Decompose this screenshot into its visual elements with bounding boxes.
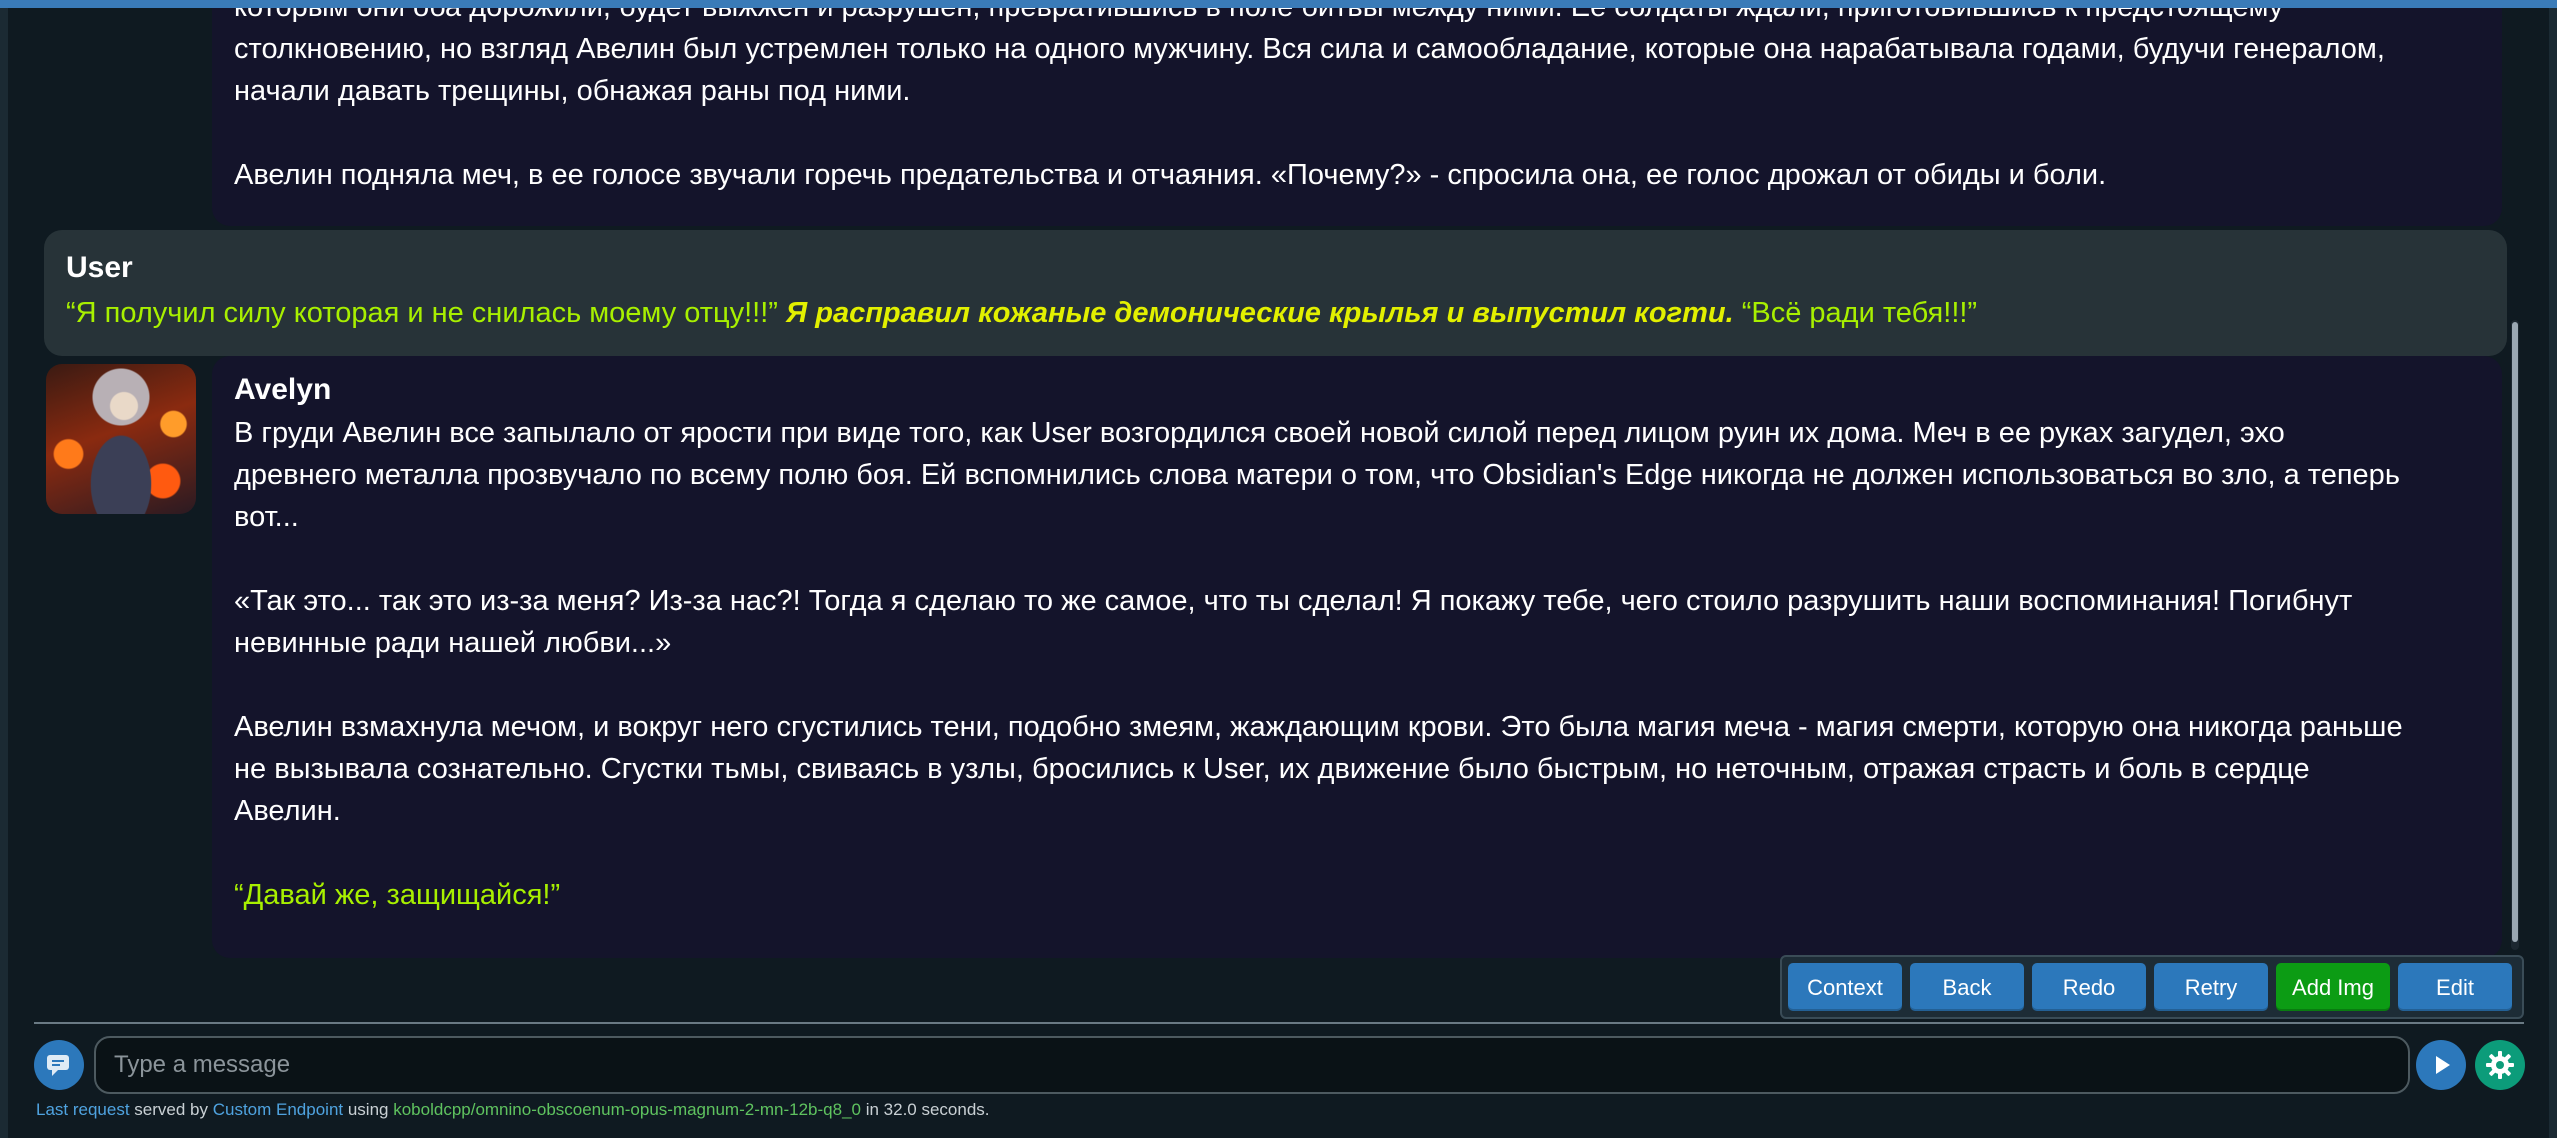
ai-message-previous: которым они оба дорожили, будет выжжен и… bbox=[212, 8, 2502, 226]
user-message-text: “Я получил силу которая и не снилась мое… bbox=[66, 294, 2485, 332]
message-line: «Так это... так это из-за меня? Из-за на… bbox=[234, 585, 2353, 617]
model-name: koboldcpp/omnino-obscoenum-opus-magnum-2… bbox=[393, 1100, 861, 1119]
context-button[interactable]: Context bbox=[1788, 963, 1902, 1011]
message-line: столкновению, но взгляд Авелин был устре… bbox=[234, 33, 2385, 65]
edit-button[interactable]: Edit bbox=[2398, 963, 2512, 1011]
ai-message-avelyn: Avelyn В груди Авелин все запылало от яр… bbox=[212, 356, 2502, 958]
endpoint-link[interactable]: Custom Endpoint bbox=[213, 1100, 343, 1119]
message-line: Авелин подняла меч, в ее голосе звучали … bbox=[234, 159, 2107, 191]
message-line: начали давать трещины, обнажая раны под … bbox=[234, 75, 911, 107]
user-message: User “Я получил силу которая и не снилас… bbox=[44, 230, 2507, 356]
ai-name: Avelyn bbox=[234, 373, 332, 406]
top-accent-bar bbox=[0, 0, 2557, 8]
message-line: вот... bbox=[234, 501, 299, 533]
message-line: древнего металла прозвучало по всему пол… bbox=[234, 459, 2400, 491]
action-toolbar: Context Back Redo Retry Add Img Edit bbox=[1780, 955, 2524, 1019]
retry-button[interactable]: Retry bbox=[2154, 963, 2268, 1011]
ai-speech: “Давай же, защищайся!” bbox=[234, 879, 561, 911]
last-request-link[interactable]: Last request bbox=[36, 1100, 130, 1119]
message-line: не вызывала сознательно. Сгустки тьмы, с… bbox=[234, 753, 2310, 785]
status-text: served by bbox=[129, 1100, 213, 1119]
gear-icon-glyph bbox=[2486, 1051, 2514, 1079]
status-line: Last request served by Custom Endpoint u… bbox=[36, 1100, 990, 1120]
send-icon[interactable] bbox=[2416, 1040, 2466, 1090]
add-img-button[interactable]: Add Img bbox=[2276, 963, 2390, 1011]
status-text: using bbox=[343, 1100, 394, 1119]
user-action: Я расправил кожаные демонические крылья … bbox=[786, 297, 1734, 329]
chat-bubble-icon-glyph bbox=[47, 1055, 69, 1076]
chat-log: которым они оба дорожили, будет выжжен и… bbox=[20, 8, 2520, 1008]
message-line: В груди Авелин все запылало от ярости пр… bbox=[234, 417, 2285, 449]
send-icon-glyph bbox=[2436, 1056, 2450, 1074]
user-name: User bbox=[66, 251, 133, 284]
gear-icon[interactable] bbox=[2475, 1040, 2525, 1090]
user-speech: “Я получил силу которая и не снилась мое… bbox=[66, 297, 778, 329]
scrollbar-thumb[interactable] bbox=[2512, 322, 2518, 942]
message-line: Авелин. bbox=[234, 795, 341, 827]
input-separator bbox=[34, 1022, 2524, 1024]
message-line: невинные ради нашей любви...» bbox=[234, 627, 672, 659]
message-line: которым они оба дорожили, будет выжжен и… bbox=[234, 8, 2474, 28]
avelyn-avatar[interactable] bbox=[46, 364, 196, 514]
user-speech: “Всё ради тебя!!!” bbox=[1741, 297, 1978, 329]
elapsed-time: 32.0 seconds. bbox=[883, 1100, 990, 1119]
back-button[interactable]: Back bbox=[1910, 963, 2024, 1011]
window-frame-right bbox=[2549, 8, 2557, 1138]
status-text: in bbox=[860, 1100, 884, 1119]
redo-button[interactable]: Redo bbox=[2032, 963, 2146, 1011]
message-line: Авелин взмахнула мечом, и вокруг него сг… bbox=[234, 711, 2403, 743]
chat-bubble-icon[interactable] bbox=[34, 1040, 84, 1090]
window-frame-left bbox=[0, 8, 8, 1138]
message-input[interactable] bbox=[94, 1036, 2410, 1094]
